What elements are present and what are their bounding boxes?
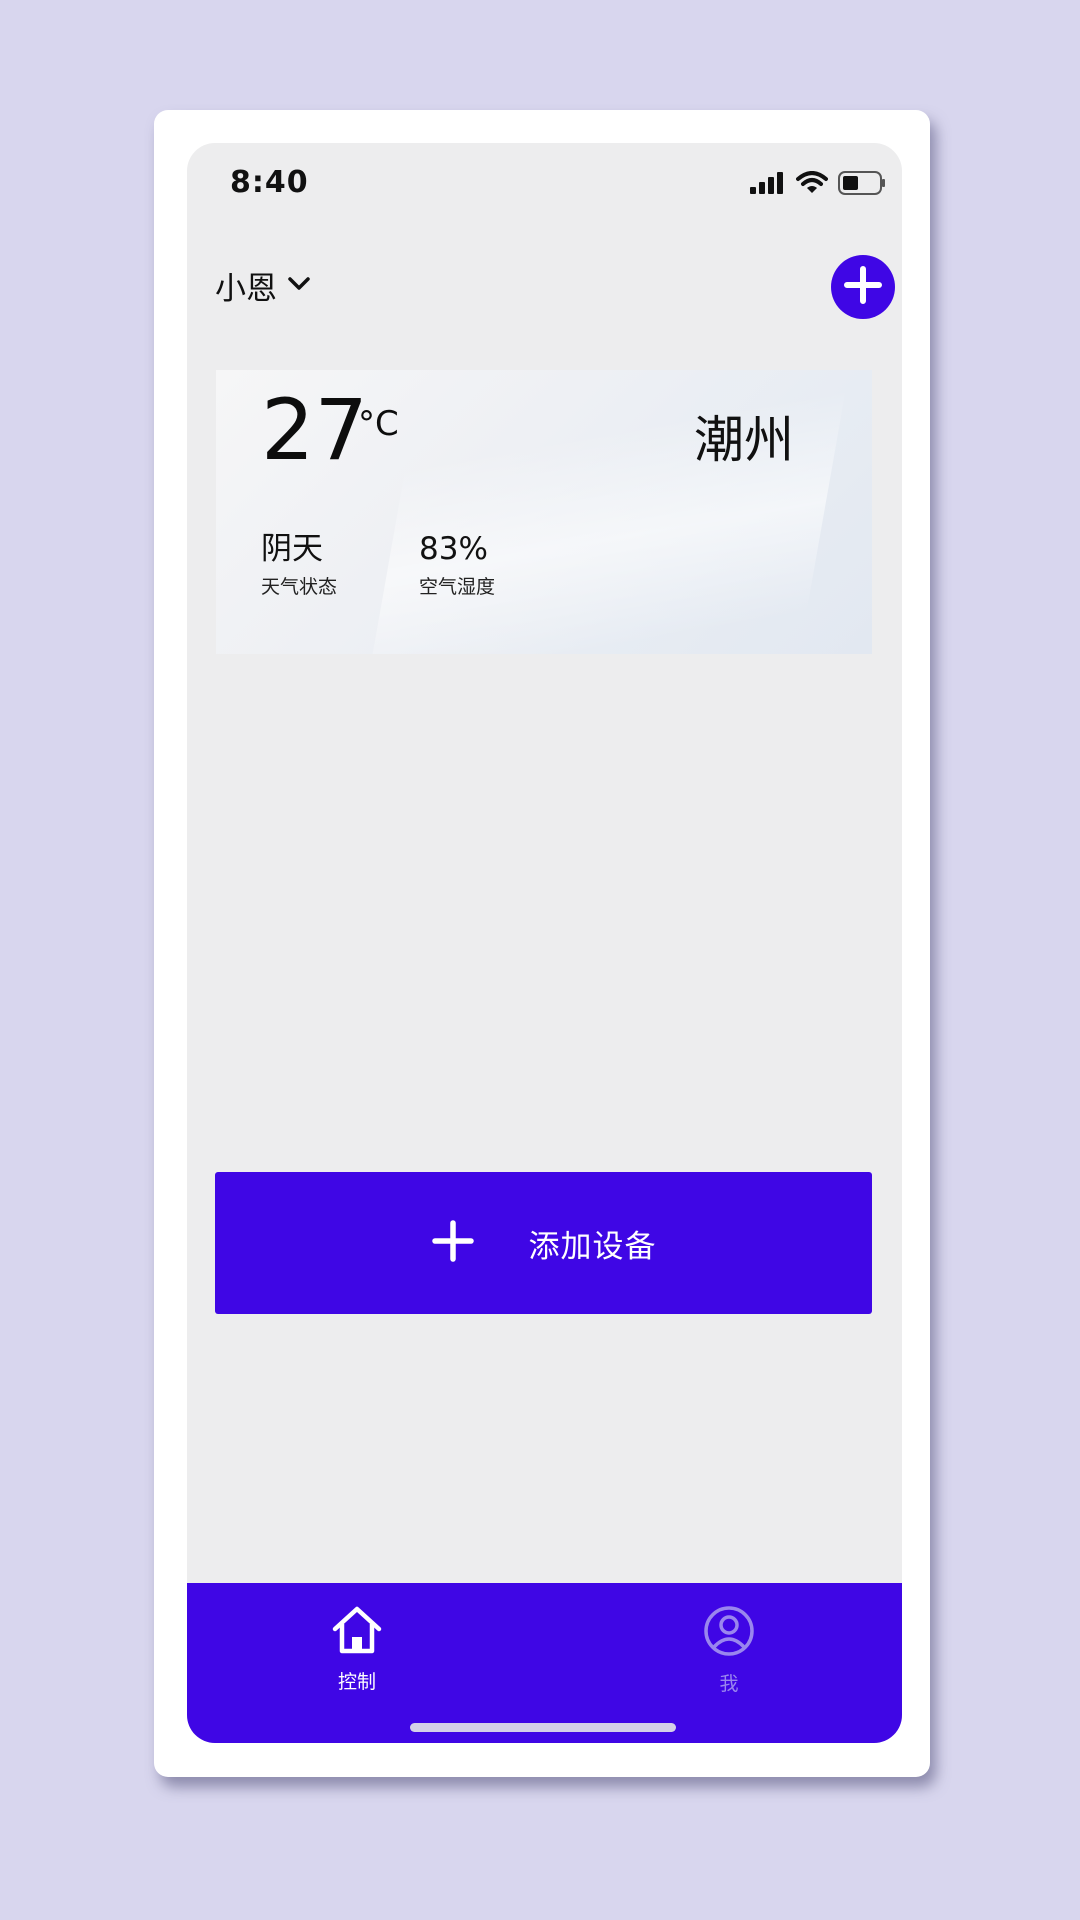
humidity-value: 83% bbox=[419, 531, 488, 567]
tab-me-label: 我 bbox=[719, 1673, 739, 1695]
weather-condition-stat: 阴天 天气状态 bbox=[261, 532, 337, 599]
home-icon bbox=[331, 1605, 383, 1659]
weather-card: 27 °C 潮州 阴天 天气状态 83% 空气湿度 bbox=[216, 370, 872, 654]
home-selector[interactable]: 小恩 bbox=[215, 263, 311, 308]
status-icons bbox=[750, 171, 886, 199]
home-indicator bbox=[410, 1723, 676, 1732]
tab-control[interactable]: 控制 bbox=[297, 1605, 417, 1694]
city-name: 潮州 bbox=[694, 411, 794, 469]
humidity-label: 空气湿度 bbox=[419, 576, 496, 599]
add-button[interactable] bbox=[831, 255, 895, 319]
bottom-nav: 控制 我 bbox=[187, 1583, 902, 1743]
add-device-label: 添加设备 bbox=[528, 1228, 657, 1265]
home-name: 小恩 bbox=[215, 271, 277, 307]
add-device-button[interactable]: 添加设备 bbox=[215, 1172, 872, 1314]
weather-condition-label: 天气状态 bbox=[261, 576, 338, 599]
battery-icon bbox=[838, 171, 886, 199]
temperature-value: 27 bbox=[261, 381, 368, 479]
tab-control-label: 控制 bbox=[337, 1671, 376, 1693]
wifi-icon bbox=[796, 171, 828, 199]
temperature-unit: °C bbox=[358, 404, 399, 444]
weather-condition-value: 阴天 bbox=[261, 531, 323, 567]
phone-screen: 8:40 小恩 27 °C 潮州 阴天 天气状态 83% 空气湿度 添加设备 控… bbox=[187, 143, 902, 1743]
chevron-down-icon bbox=[287, 276, 311, 296]
humidity-stat: 83% 空气湿度 bbox=[419, 532, 495, 599]
tab-me[interactable]: 我 bbox=[669, 1605, 789, 1696]
plus-icon bbox=[431, 1219, 475, 1267]
status-time: 8:40 bbox=[230, 165, 309, 200]
user-icon bbox=[703, 1605, 755, 1661]
signal-icon bbox=[750, 172, 786, 198]
plus-circle-icon bbox=[843, 265, 883, 309]
